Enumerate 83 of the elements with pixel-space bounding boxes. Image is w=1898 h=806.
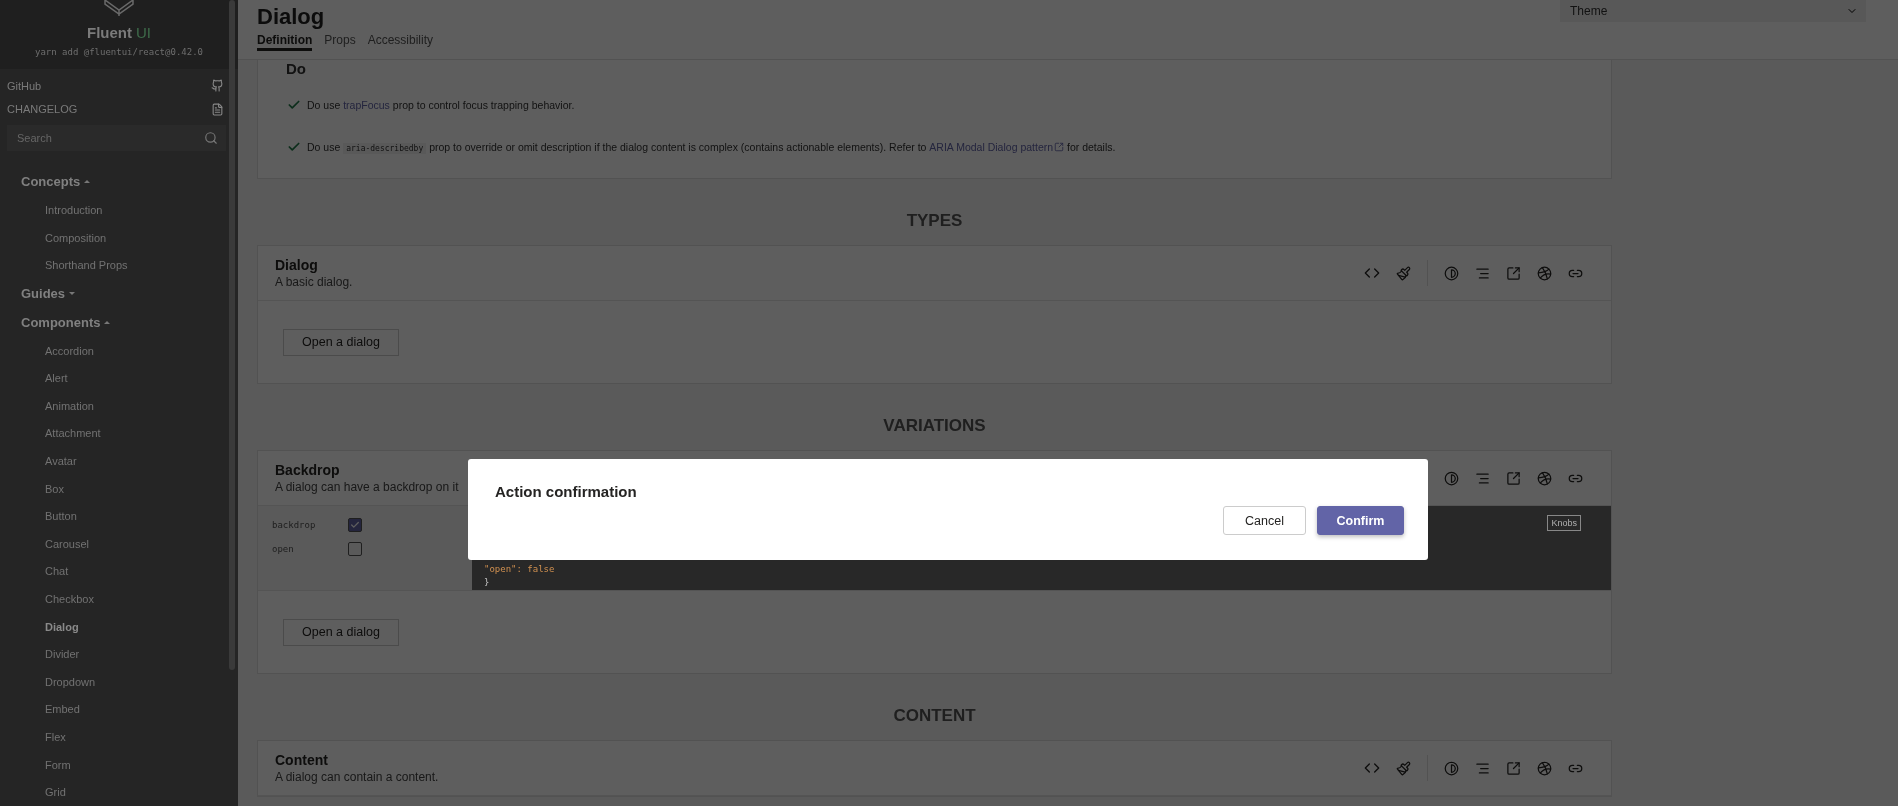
sidebar-item[interactable]: Composition xyxy=(21,223,238,252)
sidebar-item[interactable]: Embed xyxy=(21,695,238,724)
example-title: Backdrop xyxy=(275,462,341,478)
ball-icon[interactable] xyxy=(1537,470,1552,486)
tab[interactable]: Accessibility xyxy=(367,33,434,51)
code-line: } xyxy=(484,577,491,589)
example-description: A dialog can have a backdrop on it xyxy=(275,480,459,494)
scrollbar-thumb[interactable] xyxy=(229,0,235,670)
sidebar-item[interactable]: Form xyxy=(21,750,238,779)
search-icon xyxy=(204,131,218,146)
install-command: yarn add @fluentui/react@0.42.0 xyxy=(35,47,203,58)
sidebar-item[interactable]: Animation xyxy=(21,392,238,420)
section-heading: CONTENT xyxy=(892,705,977,727)
external-link-icon[interactable] xyxy=(1506,760,1521,776)
sidebar-group[interactable]: Guides xyxy=(21,278,238,308)
sidebar-item[interactable]: Flex xyxy=(21,723,238,751)
sidebar-item[interactable]: Button xyxy=(21,502,238,531)
sidebar-item[interactable]: Avatar xyxy=(21,447,238,475)
guideline-text: Do use trapFocus prop to control focus trapping behavior. xyxy=(307,99,575,111)
code-icon[interactable] xyxy=(1364,265,1380,281)
theme-dropdown[interactable]: Theme xyxy=(1560,0,1866,22)
sidebar-item[interactable]: Attachment xyxy=(21,419,238,448)
sidebar-item[interactable]: Shorthand Props xyxy=(21,251,238,279)
caret-icon xyxy=(84,180,91,184)
caret-icon xyxy=(69,291,76,295)
section-heading: TYPES xyxy=(905,210,964,232)
example-description: A basic dialog. xyxy=(275,275,353,289)
sidebar-item[interactable]: Grid xyxy=(21,778,238,806)
ball-icon[interactable] xyxy=(1537,760,1552,776)
code-line: "open": false xyxy=(484,564,556,576)
dialog-title: Action confirmation xyxy=(495,483,638,500)
prop-link[interactable]: trapFocus xyxy=(343,99,390,111)
document-icon xyxy=(211,102,224,116)
knobs-tag: Knobs xyxy=(1547,515,1581,531)
logo-text: Fluent UI xyxy=(87,24,151,42)
external-link-icon xyxy=(1054,142,1065,152)
github-icon xyxy=(211,79,224,93)
tab[interactable]: Props xyxy=(324,33,356,51)
checkbox[interactable] xyxy=(348,518,362,532)
section-heading: VARIATIONS xyxy=(882,415,987,437)
confirm-button[interactable]: Confirm xyxy=(1317,506,1404,535)
example-title: Dialog xyxy=(275,257,319,273)
sidebar-item[interactable]: Carousel xyxy=(21,530,238,558)
contrast-icon[interactable] xyxy=(1444,265,1459,281)
check-icon xyxy=(287,98,301,112)
example-title: Content xyxy=(275,752,329,768)
sidebar-item[interactable]: Checkbox xyxy=(21,585,238,613)
contrast-icon[interactable] xyxy=(1444,470,1459,486)
brush-icon[interactable] xyxy=(1396,265,1411,281)
lines-icon[interactable] xyxy=(1475,265,1490,281)
cube-logo-icon xyxy=(102,0,136,16)
tab[interactable]: Definition xyxy=(257,33,313,51)
sidebar-item[interactable]: Chat xyxy=(21,557,238,586)
open-dialog-button[interactable]: Open a dialog xyxy=(283,328,399,356)
sidebar-link[interactable]: CHANGELOG xyxy=(0,97,238,122)
section-heading: Do xyxy=(286,60,307,79)
open-dialog-button[interactable]: Open a dialog xyxy=(283,618,399,646)
caret-icon xyxy=(104,320,111,324)
sidebar-link[interactable]: GitHub xyxy=(0,73,238,98)
lines-icon[interactable] xyxy=(1475,760,1490,776)
cancel-button[interactable]: Cancel xyxy=(1223,506,1306,535)
sidebar-item[interactable]: Introduction xyxy=(21,196,238,224)
external-link-icon[interactable] xyxy=(1506,265,1521,281)
check-icon xyxy=(287,140,301,154)
ball-icon[interactable] xyxy=(1537,265,1552,281)
check-icon xyxy=(350,520,360,530)
brush-icon[interactable] xyxy=(1396,760,1411,776)
page-title: Dialog xyxy=(257,5,326,29)
sidebar-item[interactable]: Accordion xyxy=(21,336,238,365)
sidebar-item[interactable]: Dropdown xyxy=(21,668,238,696)
external-link-icon[interactable] xyxy=(1506,470,1521,486)
sidebar-group[interactable]: Components xyxy=(21,307,238,337)
sidebar-item[interactable]: Divider xyxy=(21,640,238,669)
search-field[interactable]: Search xyxy=(7,125,226,152)
sidebar-item[interactable]: Alert xyxy=(21,364,238,393)
sidebar-item[interactable]: Dialog xyxy=(21,612,238,641)
code-icon[interactable] xyxy=(1364,760,1380,776)
contrast-icon[interactable] xyxy=(1444,760,1459,776)
sidebar-item[interactable]: Box xyxy=(21,474,238,503)
checkbox[interactable] xyxy=(348,542,362,556)
example-description: A dialog can contain a content. xyxy=(275,770,439,784)
sidebar-group[interactable]: Concepts xyxy=(21,167,238,197)
lines-icon[interactable] xyxy=(1475,470,1490,486)
